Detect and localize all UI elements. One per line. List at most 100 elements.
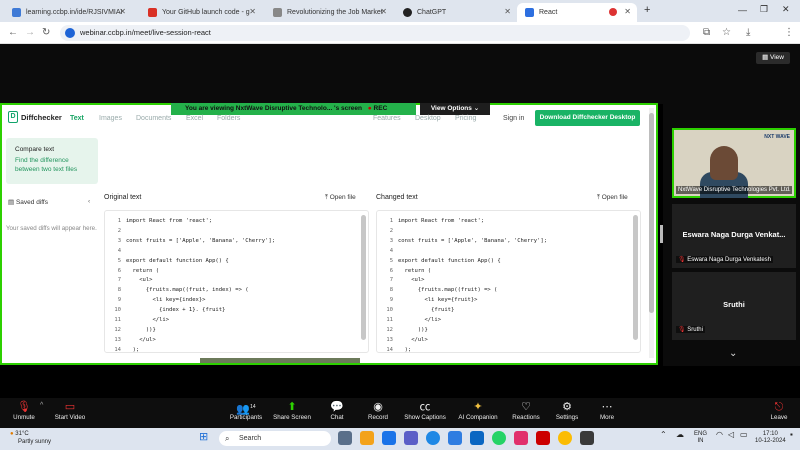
close-icon[interactable]: ✕ xyxy=(504,7,511,16)
brand-name: Diffchecker xyxy=(21,112,62,122)
nav-images[interactable]: Images xyxy=(99,115,122,122)
code-line: 13 </ul> xyxy=(381,336,547,346)
windows-start-icon[interactable]: ⊞ xyxy=(199,430,208,443)
address-bar[interactable]: webinar.ccbp.in/meet/live-session-react xyxy=(60,25,690,41)
close-window-button[interactable]: ✕ xyxy=(782,4,790,15)
close-icon[interactable]: ✕ xyxy=(249,7,256,16)
more-button[interactable]: ⋯ More xyxy=(594,400,620,421)
instagram-icon[interactable] xyxy=(514,431,528,445)
teams-icon[interactable] xyxy=(404,431,418,445)
nav-pricing[interactable]: Pricing xyxy=(455,115,476,122)
chat-button[interactable]: 💬 Chat xyxy=(325,400,349,421)
tab-chatgpt[interactable]: ChatGPT ✕ xyxy=(395,3,517,22)
app-icon[interactable] xyxy=(580,431,594,445)
new-tab-button[interactable]: + xyxy=(644,4,650,16)
view-button[interactable]: ▦ View xyxy=(756,52,790,64)
open-file-changed-button[interactable]: ⤒ Open file xyxy=(597,194,628,202)
reactions-button[interactable]: ♡ Reactions xyxy=(510,400,542,421)
tab-job-market[interactable]: Revolutionizing the Job Market ✕ xyxy=(265,3,393,22)
presenter-video[interactable]: NXT WAVE NxtWave Disruptive Technologies… xyxy=(672,128,796,198)
code-text: {fruits.map((fruit, index) => ( xyxy=(126,287,249,294)
download-desktop-button[interactable]: Download Diffchecker Desktop xyxy=(535,110,640,126)
chrome-icon[interactable] xyxy=(558,431,572,445)
code-line: 2 xyxy=(109,227,275,237)
edge-icon[interactable] xyxy=(426,431,440,445)
chevron-left-icon[interactable]: ‹ xyxy=(88,198,90,205)
bookmark-icon[interactable]: ☆ xyxy=(722,27,731,38)
chevron-up-icon[interactable]: ⌃ xyxy=(660,431,667,439)
cloud-icon[interactable]: ☁ xyxy=(676,431,684,439)
tab-react[interactable]: React ✕ xyxy=(517,3,637,22)
start-video-button[interactable]: ▭ Start Video xyxy=(52,400,88,421)
editor-scrollbar[interactable] xyxy=(633,215,638,340)
original-text-editor[interactable]: 1 import React from 'react'; 2 3 const fruit… xyxy=(104,210,369,353)
participants-button[interactable]: 👥14 Participants xyxy=(226,400,266,421)
panel-resize-handle[interactable] xyxy=(660,225,663,243)
nav-folders[interactable]: Folders xyxy=(217,115,240,122)
site-info-icon[interactable] xyxy=(65,28,75,38)
show-captions-button[interactable]: ㏄ Show Captions xyxy=(402,400,448,421)
participant-name: Eswara Naga Durga Venkat... xyxy=(682,230,786,239)
share-screen-button[interactable]: ⬆ Share Screen xyxy=(271,400,313,421)
code-line: 9 <li key={fruit}> xyxy=(381,296,547,306)
nav-features[interactable]: Features xyxy=(373,115,401,122)
audio-options-icon[interactable]: ^ xyxy=(40,402,43,409)
ai-companion-button[interactable]: ✦ AI Companion xyxy=(455,400,501,421)
chevron-down-icon[interactable]: ⌄ xyxy=(729,348,737,359)
clock[interactable]: 17:10 10-12-2024 xyxy=(755,431,786,445)
scroll-thumb[interactable] xyxy=(649,113,654,313)
share-screen-icon: ⬆ xyxy=(287,401,297,413)
nav-desktop[interactable]: Desktop xyxy=(415,115,441,122)
battery-icon[interactable]: ▭ xyxy=(740,431,748,439)
participant-label: 🎙 Eswara Naga Durga Venkatesh xyxy=(676,256,774,263)
nav-excel[interactable]: Excel xyxy=(186,115,203,122)
tab-learning[interactable]: learning.ccbp.in/ide/RJSIVMIAI ✕ xyxy=(4,3,132,22)
participant-tile[interactable]: Eswara Naga Durga Venkat... 🎙 Eswara Nag… xyxy=(672,204,796,268)
maximize-button[interactable]: ❐ xyxy=(760,4,768,15)
editor-scrollbar[interactable] xyxy=(361,215,366,340)
code-text: <ul> xyxy=(126,277,153,284)
nav-documents[interactable]: Documents xyxy=(136,115,171,122)
reload-icon[interactable]: ↻ xyxy=(42,27,50,38)
unmute-button[interactable]: 🎙 Unmute xyxy=(10,400,38,421)
search-icon: ⌕ xyxy=(225,434,230,443)
leave-button[interactable]: ⎋ Leave xyxy=(766,400,792,421)
file-explorer-icon[interactable] xyxy=(360,431,374,445)
forward-icon[interactable]: → xyxy=(25,27,35,38)
line-number: 13 xyxy=(386,336,393,343)
download-icon[interactable]: ⤓ xyxy=(746,27,750,38)
record-button[interactable]: ◉ Record xyxy=(365,400,391,421)
open-file-original-button[interactable]: ⤒ Open file xyxy=(325,194,356,202)
diffchecker-logo[interactable]: D Diffchecker xyxy=(8,111,62,123)
wifi-icon[interactable]: ◠ xyxy=(716,431,723,439)
tab-github[interactable]: Your GitHub launch code - g ✕ xyxy=(140,3,262,22)
back-icon[interactable]: ← xyxy=(8,27,18,38)
language-indicator[interactable]: ENG IN xyxy=(694,431,707,445)
zoom-app-icon[interactable] xyxy=(382,431,396,445)
sign-in-link[interactable]: Sign in xyxy=(503,115,524,122)
volume-icon[interactable]: ◁ xyxy=(728,431,734,439)
menu-icon[interactable]: ⋮ xyxy=(784,27,794,38)
nav-text[interactable]: Text xyxy=(70,115,84,122)
task-view-icon[interactable] xyxy=(338,431,352,445)
close-icon[interactable]: ✕ xyxy=(119,7,126,16)
weather-widget[interactable]: ● 31°C Partly sunny xyxy=(10,430,70,446)
participant-tile[interactable]: Sruthi 🎙 Sruthi xyxy=(672,272,796,340)
view-options-button[interactable]: View Options ⌄ xyxy=(420,103,490,115)
page-scrollbar[interactable] xyxy=(649,108,654,358)
whatsapp-icon[interactable] xyxy=(492,431,506,445)
minimize-button[interactable]: — xyxy=(738,5,747,15)
compare-text-card[interactable]: Compare text Find the difference between… xyxy=(6,138,98,184)
mcafee-icon[interactable] xyxy=(536,431,550,445)
close-icon[interactable]: ✕ xyxy=(380,7,387,16)
changed-text-editor[interactable]: 1 import React from 'react'; 2 3 const fruit… xyxy=(376,210,641,353)
cast-icon[interactable]: ⧉ xyxy=(703,27,710,38)
taskbar-search[interactable]: ⌕ Search xyxy=(219,431,331,446)
settings-button[interactable]: ⚙ Settings xyxy=(553,400,581,421)
notification-icon[interactable]: ▪ xyxy=(790,431,793,439)
linkedin-icon[interactable] xyxy=(470,431,484,445)
code-line: 14 ); xyxy=(109,346,275,352)
store-icon[interactable] xyxy=(448,431,462,445)
close-icon[interactable]: ✕ xyxy=(624,7,631,16)
saved-diffs-header[interactable]: ▤ Saved diffs ‹ xyxy=(8,198,90,206)
